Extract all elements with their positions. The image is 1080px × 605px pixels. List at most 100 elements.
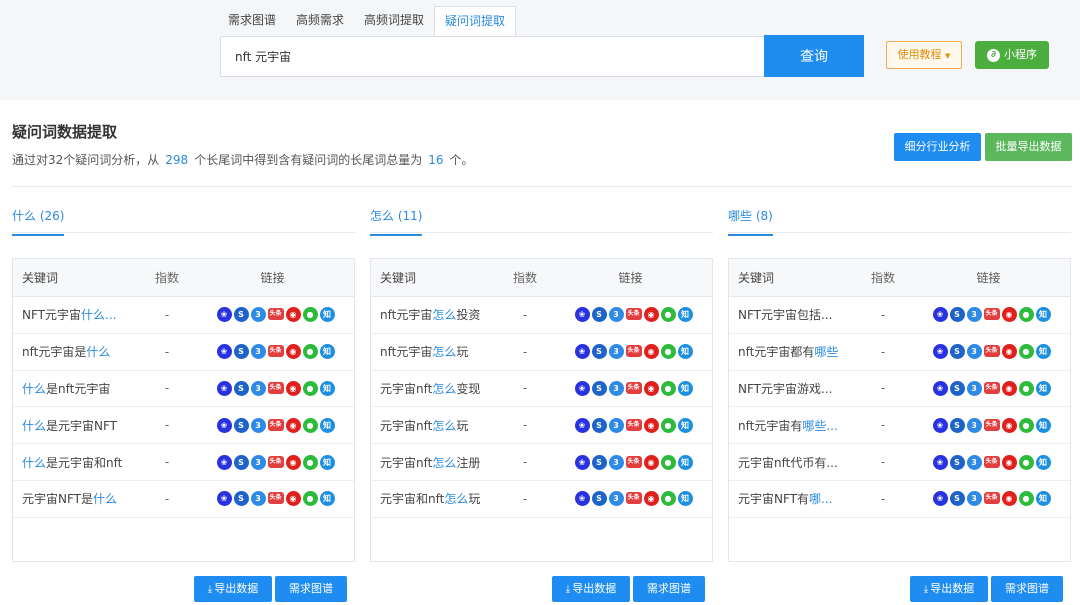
wechat-icon[interactable]: ● — [302, 417, 318, 433]
toutiao-icon[interactable]: 头条 — [625, 345, 642, 358]
360-icon[interactable]: 3 — [250, 417, 266, 433]
toutiao-icon[interactable]: 头条 — [625, 308, 642, 321]
baidu-icon[interactable]: ❀ — [932, 380, 948, 396]
keyword-cell[interactable]: 元宇宙nft怎么玩 — [371, 417, 501, 434]
toutiao-icon[interactable]: 头条 — [625, 455, 642, 468]
export-data-button[interactable]: ⤓ 导出数据 — [194, 576, 272, 602]
keyword-cell[interactable]: nft元宇宙怎么玩 — [371, 343, 501, 360]
batch-export-button[interactable]: 批量导出数据 — [985, 133, 1072, 161]
baidu-icon[interactable]: ❀ — [932, 344, 948, 360]
wechat-icon[interactable]: ● — [302, 491, 318, 507]
baidu-icon[interactable]: ❀ — [216, 344, 232, 360]
demand-graph-button[interactable]: 需求图谱 — [991, 576, 1063, 602]
baidu-icon[interactable]: ❀ — [216, 417, 232, 433]
keyword-cell[interactable]: nft元宇宙有哪些... — [729, 417, 859, 434]
sogou-icon[interactable]: S — [233, 417, 249, 433]
wechat-icon[interactable]: ● — [660, 380, 676, 396]
wechat-icon[interactable]: ● — [1018, 417, 1034, 433]
keyword-cell[interactable]: nft元宇宙怎么投资 — [371, 306, 501, 323]
toutiao-icon[interactable]: 头条 — [625, 418, 642, 431]
keyword-cell[interactable]: 元宇宙nft怎么注册 — [371, 454, 501, 471]
360-icon[interactable]: 3 — [608, 417, 624, 433]
weibo-icon[interactable]: ◉ — [643, 454, 659, 470]
360-icon[interactable]: 3 — [250, 380, 266, 396]
toutiao-icon[interactable]: 头条 — [983, 381, 1000, 394]
column-tab[interactable]: 哪些 (8) — [728, 207, 773, 236]
tab-high-freq-words[interactable]: 高频词提取 — [354, 6, 434, 36]
tab-high-freq-demand[interactable]: 高频需求 — [286, 6, 354, 36]
toutiao-icon[interactable]: 头条 — [267, 455, 284, 468]
baidu-icon[interactable]: ❀ — [932, 307, 948, 323]
baidu-icon[interactable]: ❀ — [574, 380, 590, 396]
sogou-icon[interactable]: S — [591, 344, 607, 360]
360-icon[interactable]: 3 — [250, 491, 266, 507]
wechat-icon[interactable]: ● — [302, 380, 318, 396]
keyword-cell[interactable]: 元宇宙NFT有哪... — [729, 490, 859, 507]
sogou-icon[interactable]: S — [949, 491, 965, 507]
weibo-icon[interactable]: ◉ — [643, 417, 659, 433]
baidu-icon[interactable]: ❀ — [932, 417, 948, 433]
360-icon[interactable]: 3 — [966, 454, 982, 470]
export-data-button[interactable]: ⤓ 导出数据 — [552, 576, 630, 602]
sogou-icon[interactable]: S — [949, 417, 965, 433]
zhihu-icon[interactable]: 知 — [1035, 417, 1051, 433]
sogou-icon[interactable]: S — [233, 454, 249, 470]
360-icon[interactable]: 3 — [966, 491, 982, 507]
baidu-icon[interactable]: ❀ — [932, 491, 948, 507]
baidu-icon[interactable]: ❀ — [216, 380, 232, 396]
wechat-icon[interactable]: ● — [302, 307, 318, 323]
keyword-cell[interactable]: 什么是nft元宇宙 — [13, 380, 143, 397]
zhihu-icon[interactable]: 知 — [1035, 307, 1051, 323]
toutiao-icon[interactable]: 头条 — [267, 308, 284, 321]
baidu-icon[interactable]: ❀ — [932, 454, 948, 470]
sogou-icon[interactable]: S — [949, 344, 965, 360]
weibo-icon[interactable]: ◉ — [643, 380, 659, 396]
360-icon[interactable]: 3 — [966, 380, 982, 396]
360-icon[interactable]: 3 — [608, 344, 624, 360]
wechat-icon[interactable]: ● — [660, 417, 676, 433]
toutiao-icon[interactable]: 头条 — [625, 381, 642, 394]
wechat-icon[interactable]: ● — [1018, 307, 1034, 323]
wechat-icon[interactable]: ● — [1018, 380, 1034, 396]
toutiao-icon[interactable]: 头条 — [983, 418, 1000, 431]
360-icon[interactable]: 3 — [608, 454, 624, 470]
360-icon[interactable]: 3 — [608, 380, 624, 396]
wechat-icon[interactable]: ● — [1018, 491, 1034, 507]
search-input[interactable] — [220, 36, 765, 77]
demand-graph-button[interactable]: 需求图谱 — [275, 576, 347, 602]
wechat-icon[interactable]: ● — [1018, 344, 1034, 360]
weibo-icon[interactable]: ◉ — [285, 380, 301, 396]
wechat-icon[interactable]: ● — [660, 307, 676, 323]
360-icon[interactable]: 3 — [250, 454, 266, 470]
keyword-cell[interactable]: nft元宇宙都有哪些 — [729, 343, 859, 360]
zhihu-icon[interactable]: 知 — [677, 491, 693, 507]
toutiao-icon[interactable]: 头条 — [983, 345, 1000, 358]
zhihu-icon[interactable]: 知 — [677, 380, 693, 396]
toutiao-icon[interactable]: 头条 — [267, 418, 284, 431]
zhihu-icon[interactable]: 知 — [677, 417, 693, 433]
zhihu-icon[interactable]: 知 — [319, 344, 335, 360]
column-tab[interactable]: 怎么 (11) — [370, 207, 423, 236]
column-tab[interactable]: 什么 (26) — [12, 207, 65, 236]
baidu-icon[interactable]: ❀ — [574, 454, 590, 470]
weibo-icon[interactable]: ◉ — [1001, 344, 1017, 360]
wechat-icon[interactable]: ● — [302, 454, 318, 470]
zhihu-icon[interactable]: 知 — [319, 417, 335, 433]
sogou-icon[interactable]: S — [949, 454, 965, 470]
zhihu-icon[interactable]: 知 — [677, 307, 693, 323]
360-icon[interactable]: 3 — [608, 307, 624, 323]
search-button[interactable]: 查询 — [764, 35, 864, 77]
toutiao-icon[interactable]: 头条 — [983, 455, 1000, 468]
weibo-icon[interactable]: ◉ — [643, 491, 659, 507]
sogou-icon[interactable]: S — [949, 380, 965, 396]
360-icon[interactable]: 3 — [966, 344, 982, 360]
keyword-cell[interactable]: NFT元宇宙什么... — [13, 306, 143, 323]
zhihu-icon[interactable]: 知 — [677, 344, 693, 360]
keyword-cell[interactable]: 什么是元宇宙和nft — [13, 454, 143, 471]
wechat-icon[interactable]: ● — [660, 491, 676, 507]
keyword-cell[interactable]: 元宇宙和nft怎么玩 — [371, 490, 501, 507]
tutorial-button[interactable]: 使用教程 ▼ — [886, 41, 962, 69]
zhihu-icon[interactable]: 知 — [1035, 454, 1051, 470]
weibo-icon[interactable]: ◉ — [643, 344, 659, 360]
sogou-icon[interactable]: S — [233, 380, 249, 396]
